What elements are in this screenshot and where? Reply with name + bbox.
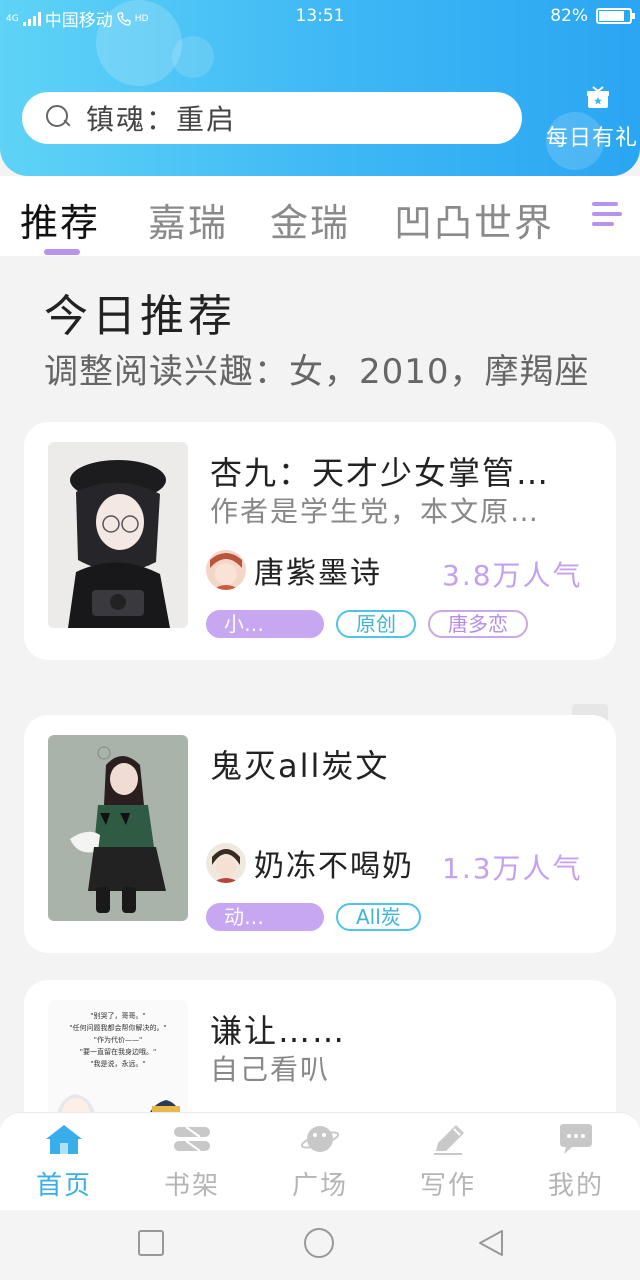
tag[interactable]: 动…: [206, 903, 324, 931]
nav-square[interactable]: 广场: [256, 1123, 384, 1202]
daily-gift-button[interactable]: 每日有礼: [546, 82, 640, 152]
book-cover: [48, 735, 188, 921]
author-avatar: [206, 550, 246, 590]
nav-label: 我的: [547, 1171, 604, 1201]
book-description: 自己看叭: [210, 1053, 331, 1086]
nav-label: 书架: [163, 1171, 220, 1201]
book-title: 谦让……: [210, 1012, 347, 1050]
chat-bubble-icon: [556, 1123, 596, 1155]
search-placeholder: 镇魂：重启: [86, 103, 237, 136]
cover-quote-line: "任何问题我都会帮你解决的。": [69, 1024, 167, 1032]
tag[interactable]: 唐多恋: [428, 610, 528, 638]
reading-interest-link[interactable]: 调整阅读兴趣：女，2010，摩羯座: [44, 344, 590, 393]
tag-list: 动… All炭: [206, 903, 421, 931]
nav-label: 写作: [419, 1171, 476, 1201]
author-row[interactable]: 奶冻不喝奶: [206, 841, 414, 885]
gift-icon: [587, 86, 609, 108]
recent-apps-icon[interactable]: [136, 1228, 166, 1258]
header: 4G 中国移动 HD 13:51 82% 镇魂：重启 每日有礼: [0, 0, 640, 176]
tag[interactable]: 小…: [206, 610, 324, 638]
cover-quote-line: "作为代价——": [93, 1036, 143, 1044]
battery-percent: 82%: [550, 6, 588, 26]
book-title: 鬼灭all炭文: [210, 747, 390, 785]
battery-icon: [596, 8, 635, 24]
status-bar: 4G 中国移动 HD 13:51 82%: [0, 0, 640, 34]
tab-menu-icon[interactable]: [588, 196, 628, 232]
popularity-count: 3.8万人气: [442, 559, 583, 592]
clock: 13:51: [295, 6, 345, 26]
active-tab-indicator: [44, 249, 80, 255]
author-row[interactable]: 唐紫墨诗: [206, 548, 382, 592]
nav-bookshelf[interactable]: 书架: [128, 1123, 256, 1202]
system-navigation-bar: [0, 1210, 640, 1280]
tab-aotu-world[interactable]: 凹凸世界: [394, 192, 554, 247]
bottom-navigation: 首页 书架 广场 写作 我的: [0, 1112, 640, 1210]
bookshelf-icon: [172, 1123, 212, 1155]
section-title: 今日推荐: [44, 291, 236, 342]
nav-mine[interactable]: 我的: [512, 1123, 640, 1202]
search-bar[interactable]: 镇魂：重启: [22, 92, 522, 144]
home-icon: [44, 1123, 84, 1155]
nav-label: 广场: [291, 1171, 348, 1201]
tab-jiarui[interactable]: 嘉瑞: [148, 192, 228, 247]
tag[interactable]: 原创: [336, 610, 416, 638]
daily-gift-label: 每日有礼: [546, 126, 639, 151]
tab-jinrui[interactable]: 金瑞: [270, 192, 350, 247]
book-card[interactable]: 鬼灭all炭文 奶冻不喝奶 1.3万人气 动… All炭: [24, 715, 616, 953]
tag-list: 小… 原创 唐多恋: [206, 610, 528, 638]
nav-label: 首页: [35, 1171, 92, 1201]
author-name: 唐紫墨诗: [254, 556, 382, 591]
category-tabs: 推荐 嘉瑞 金瑞 凹凸世界: [0, 176, 640, 256]
book-cover: [48, 442, 188, 628]
cover-quote-line: "要一直留在我身边哦。": [79, 1048, 157, 1056]
book-card[interactable]: 杏九：天才少女掌管… 作者是学生党，本文原… 唐紫墨诗 3.8万人气 小… 原创…: [24, 422, 616, 660]
popularity-count: 1.3万人气: [442, 852, 583, 885]
planet-icon: [300, 1123, 340, 1155]
tag[interactable]: All炭: [336, 903, 421, 931]
cover-quote-line: "我是说，永远。": [90, 1060, 146, 1068]
author-avatar: [206, 843, 246, 883]
back-icon[interactable]: [476, 1228, 506, 1258]
cover-quote-line: "别哭了，哥哥。": [90, 1012, 146, 1020]
book-description: 作者是学生党，本文原…: [210, 495, 541, 528]
pen-icon: [428, 1123, 468, 1155]
nav-home[interactable]: 首页: [0, 1123, 128, 1202]
decor-bubble: [172, 36, 214, 78]
home-button-icon[interactable]: [302, 1228, 336, 1262]
author-name: 奶冻不喝奶: [254, 849, 414, 884]
nav-write[interactable]: 写作: [384, 1123, 512, 1202]
book-title: 杏九：天才少女掌管…: [210, 454, 551, 492]
tab-recommend[interactable]: 推荐: [20, 192, 100, 247]
search-icon: [46, 105, 72, 131]
